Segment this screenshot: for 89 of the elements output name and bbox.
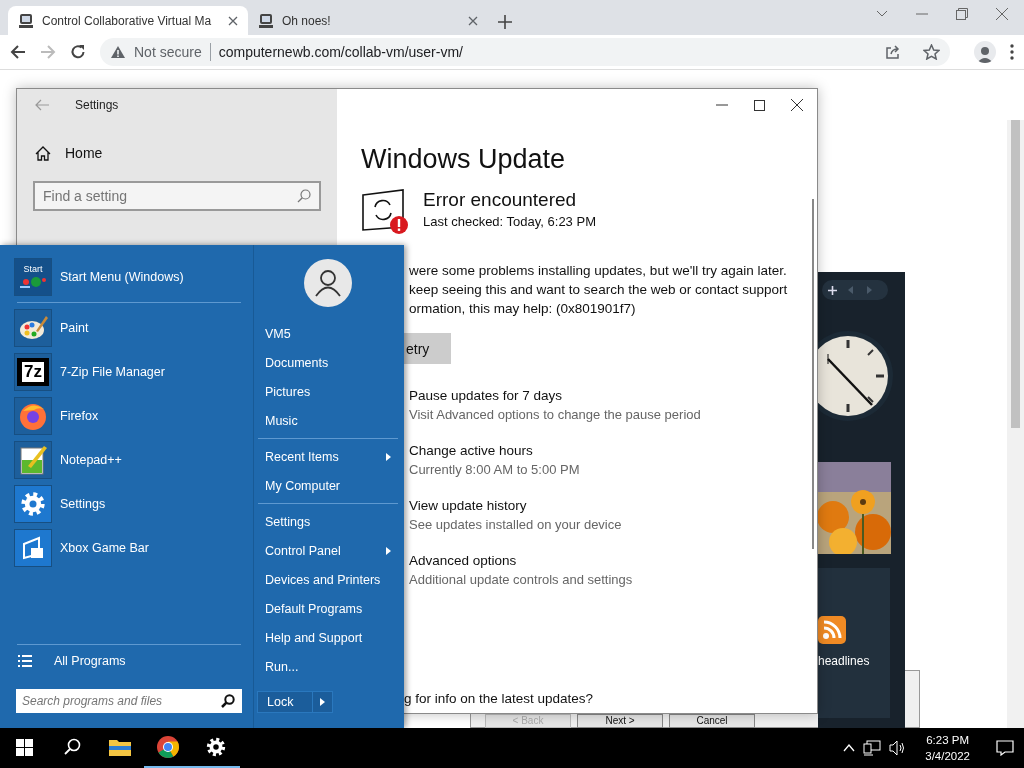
menu-link[interactable]: My Computer: [256, 471, 400, 500]
error-message: were some problems installing updates, but we'll try again later. keep seeing this and want to search the web or contact support ormation, this may help: (0x801901f7): [409, 262, 789, 318]
fox-globe-icon: [14, 397, 52, 435]
program-item[interactable]: Start Start Menu (Windows): [14, 258, 244, 296]
headlines-label: headlines: [818, 654, 871, 668]
wizard-button[interactable]: Cancel: [669, 714, 755, 728]
status-title: Error encountered: [423, 189, 578, 211]
restore-icon[interactable]: [956, 7, 968, 20]
submenu-arrow-icon: [386, 452, 391, 461]
retry-button[interactable]: etry: [404, 333, 451, 364]
menu-link[interactable]: Documents: [256, 348, 400, 377]
option-link[interactable]: Advanced options: [409, 553, 817, 568]
option-description: Visit Advanced options to change the pause period: [409, 407, 702, 422]
all-programs-item[interactable]: All Programs: [18, 649, 253, 673]
gear-icon: [205, 736, 227, 758]
program-search-field[interactable]: Search programs and files: [16, 689, 242, 713]
close-icon[interactable]: [228, 15, 238, 26]
reload-icon[interactable]: [70, 44, 86, 60]
rss-icon[interactable]: [818, 616, 846, 644]
page-heading: Windows Update: [361, 144, 567, 175]
windows-icon: [15, 738, 33, 756]
search-icon: [63, 738, 81, 756]
lock-button[interactable]: Lock: [257, 691, 333, 713]
network-icon[interactable]: [863, 740, 882, 756]
menu-link[interactable]: Help and Support: [256, 623, 400, 652]
info-question: g for info on the latest updates?: [404, 691, 595, 706]
chrome-icon: [156, 735, 180, 759]
url-text: computernewb.com/collab-vm/user-vm/: [218, 44, 464, 60]
chevron-up-icon[interactable]: [843, 744, 856, 752]
option-link[interactable]: Pause updates for 7 days: [409, 388, 817, 403]
program-item[interactable]: Paint: [14, 309, 244, 347]
clock-button[interactable]: 6:23 PM 3/4/2022: [915, 732, 980, 764]
menu-icon[interactable]: [1010, 44, 1014, 60]
settings-search-field[interactable]: Find a setting: [33, 181, 321, 211]
profile-icon[interactable]: [974, 41, 996, 63]
list-icon: [18, 654, 32, 668]
folder-icon: [108, 737, 132, 757]
menu-link[interactable]: Recent Items: [256, 442, 400, 471]
menu-link[interactable]: Pictures: [256, 377, 400, 406]
star-icon[interactable]: [923, 44, 940, 60]
archive-icon: 7z: [14, 353, 52, 391]
menu-link[interactable]: Music: [256, 406, 400, 435]
wizard-button[interactable]: Next >: [577, 714, 663, 728]
add-icon[interactable]: [828, 285, 837, 295]
menu-link[interactable]: Default Programs: [256, 594, 400, 623]
search-icon[interactable]: [221, 694, 235, 708]
game-bar-icon: [14, 529, 52, 567]
chevron-down-icon[interactable]: [876, 9, 888, 18]
computer-favicon: [258, 12, 274, 29]
home-icon: [35, 145, 51, 161]
palette-icon: [14, 309, 52, 347]
update-error-icon: [361, 189, 409, 235]
option-description: See updates installed on your device: [409, 517, 623, 532]
menu-link[interactable]: Run...: [256, 652, 400, 681]
browser-tab[interactable]: Control Collaborative Virtual Ma: [8, 6, 248, 35]
menu-link[interactable]: VM5: [256, 319, 400, 348]
share-icon[interactable]: [885, 44, 901, 60]
option-description: Additional update controls and settings: [409, 572, 634, 587]
address-bar[interactable]: Not secure computernewb.com/collab-vm/user-vm/: [100, 38, 950, 66]
program-item[interactable]: 7z 7-Zip File Manager: [14, 353, 244, 391]
scrollbar[interactable]: [1007, 120, 1024, 728]
browser-tab[interactable]: Oh noes!: [248, 6, 488, 35]
start-menu-icon: Start: [14, 258, 52, 296]
menu-link[interactable]: Settings: [256, 507, 400, 536]
computer-favicon: [18, 12, 34, 29]
program-item[interactable]: Notepad++: [14, 441, 244, 479]
menu-link[interactable]: Devices and Printers: [256, 565, 400, 594]
option-description: Currently 8:00 AM to 5:00 PM: [409, 462, 581, 477]
program-item[interactable]: Xbox Game Bar: [14, 529, 244, 567]
user-avatar[interactable]: [304, 259, 352, 307]
maximize-icon[interactable]: [754, 99, 765, 111]
security-label: Not secure: [134, 44, 202, 60]
option-link[interactable]: Change active hours: [409, 443, 817, 458]
notification-icon[interactable]: [996, 740, 1014, 756]
last-checked-text: Last checked: Today, 6:23 PM: [423, 214, 596, 229]
program-item[interactable]: Settings: [14, 485, 244, 523]
window-title: Settings: [75, 98, 119, 112]
home-nav-item[interactable]: Home: [65, 145, 103, 161]
option-link[interactable]: View update history: [409, 498, 817, 513]
submenu-arrow-icon: [320, 698, 325, 706]
menu-link[interactable]: Control Panel: [256, 536, 400, 565]
new-tab-icon[interactable]: [498, 15, 512, 29]
notepad-icon: [14, 441, 52, 479]
close-icon[interactable]: [791, 99, 803, 111]
program-item[interactable]: Firefox: [14, 397, 244, 435]
gear-icon: [14, 485, 52, 523]
warning-icon: [110, 45, 126, 59]
submenu-arrow-icon: [386, 546, 391, 555]
back-icon[interactable]: [10, 44, 26, 60]
